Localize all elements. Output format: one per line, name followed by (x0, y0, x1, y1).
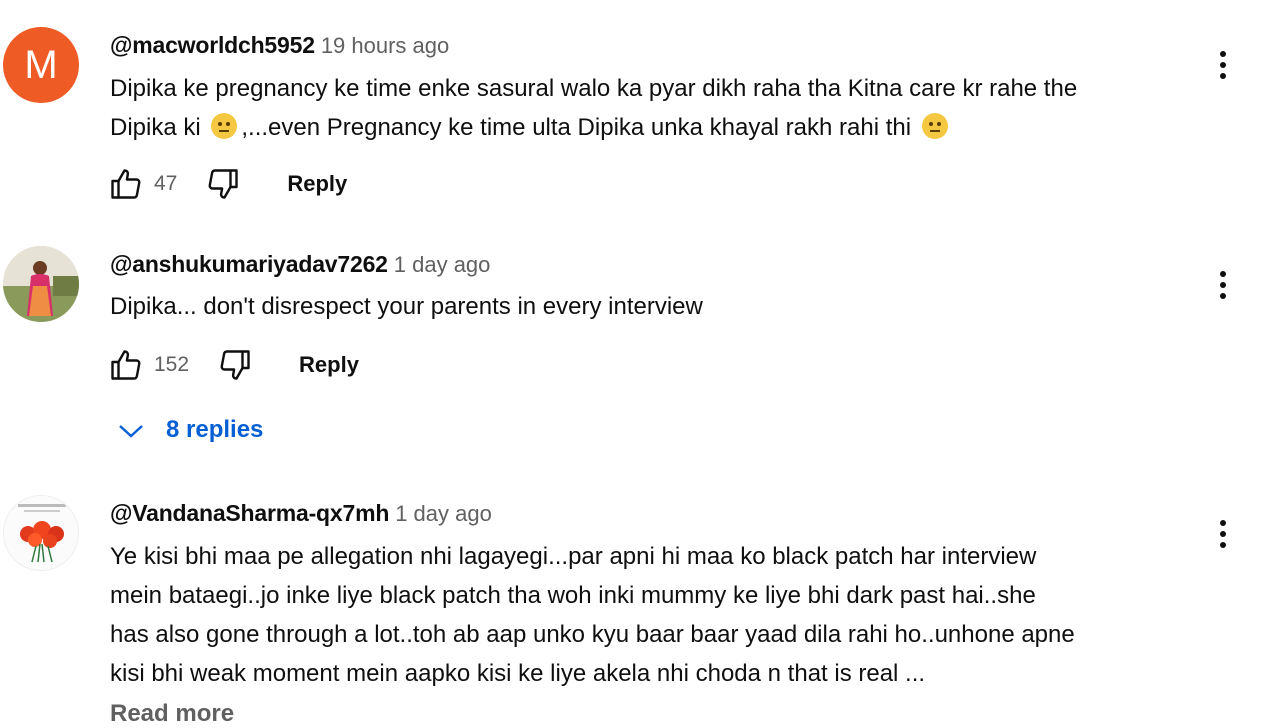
comment-text-line: kisi bhi weak moment mein aapko kisi ke … (110, 660, 926, 687)
like-button[interactable] (106, 164, 146, 204)
comment-text-line: mein bataegi..jo inke liye black patch t… (110, 582, 1036, 609)
like-button[interactable] (106, 345, 146, 385)
read-more-button[interactable]: Read more (110, 700, 234, 728)
thumbs-up-icon (111, 169, 141, 199)
comment-text-fragment: Dipika ki (110, 114, 201, 141)
comment-menu-button[interactable] (1208, 514, 1238, 554)
replies-count-label: 8 replies (166, 416, 264, 443)
thumbs-up-icon (111, 350, 141, 380)
comment-text: Dipika... don't disrespect your parents … (110, 293, 703, 320)
dislike-button[interactable] (203, 164, 243, 204)
comment-time[interactable]: 19 hours ago (321, 33, 449, 58)
comment-text-line: Dipika ke pregnancy ke time enke sasural… (110, 75, 1078, 102)
rolling-eyes-emoji-icon (211, 113, 238, 139)
thumbs-down-icon (220, 350, 250, 380)
avatar[interactable] (3, 495, 79, 571)
comment-menu-button[interactable] (1208, 265, 1238, 305)
comment-text-line: Ye kisi bhi maa pe allegation nhi lagaye… (110, 543, 1037, 570)
comment-author[interactable]: @anshukumariyadav7262 (110, 251, 388, 277)
chevron-down-icon (119, 425, 143, 438)
comment-text: Dipika ke pregnancy ke time enke sasural… (110, 69, 1190, 147)
comment-actions: 152 Reply (106, 345, 359, 385)
comment-thread: @VandanaSharma-qx7mh 1 day ago Ye kisi bh… (0, 470, 1280, 720)
neutral-face-emoji-icon (921, 113, 948, 139)
comment-header: @macworldch5952 19 hours ago (110, 32, 449, 59)
reply-button[interactable]: Reply (299, 352, 359, 378)
more-vert-icon (1220, 520, 1226, 548)
comment-actions: 47 Reply (106, 164, 347, 204)
comment-text-line: has also gone through a lot..toh ab aap … (110, 621, 1075, 648)
avatar[interactable]: M (3, 27, 79, 103)
reply-button[interactable]: Reply (287, 171, 347, 197)
like-count: 152 (154, 353, 190, 376)
comment-time[interactable]: 1 day ago (395, 501, 492, 526)
dislike-button[interactable] (215, 345, 255, 385)
thumbs-down-icon (208, 169, 239, 199)
more-vert-icon (1220, 51, 1226, 79)
comment-text: Ye kisi bhi maa pe allegation nhi lagaye… (110, 537, 1190, 693)
comment-header: @VandanaSharma-qx7mh 1 day ago (110, 500, 492, 527)
comment-thread: M @macworldch5952 19 hours ago Dipika ke … (0, 0, 1280, 230)
comment-author[interactable]: @macworldch5952 (110, 32, 315, 58)
comment-author[interactable]: @VandanaSharma-qx7mh (110, 500, 389, 526)
avatar-photo (3, 246, 79, 322)
comment-text-fragment: ,...even Pregnancy ke time ulta Dipika u… (241, 114, 912, 141)
more-vert-icon (1220, 271, 1226, 299)
avatar[interactable] (3, 246, 79, 322)
avatar-photo (4, 496, 78, 570)
like-count: 47 (154, 172, 178, 195)
avatar-letter: M (24, 42, 58, 87)
view-replies-button[interactable]: 8 replies (116, 410, 263, 450)
comment-text-line: Dipika ki ,...even Pregnancy ke time ult… (110, 108, 1190, 147)
comment-header: @anshukumariyadav7262 1 day ago (110, 251, 490, 278)
comment-menu-button[interactable] (1208, 45, 1238, 85)
comment-time[interactable]: 1 day ago (394, 252, 491, 277)
